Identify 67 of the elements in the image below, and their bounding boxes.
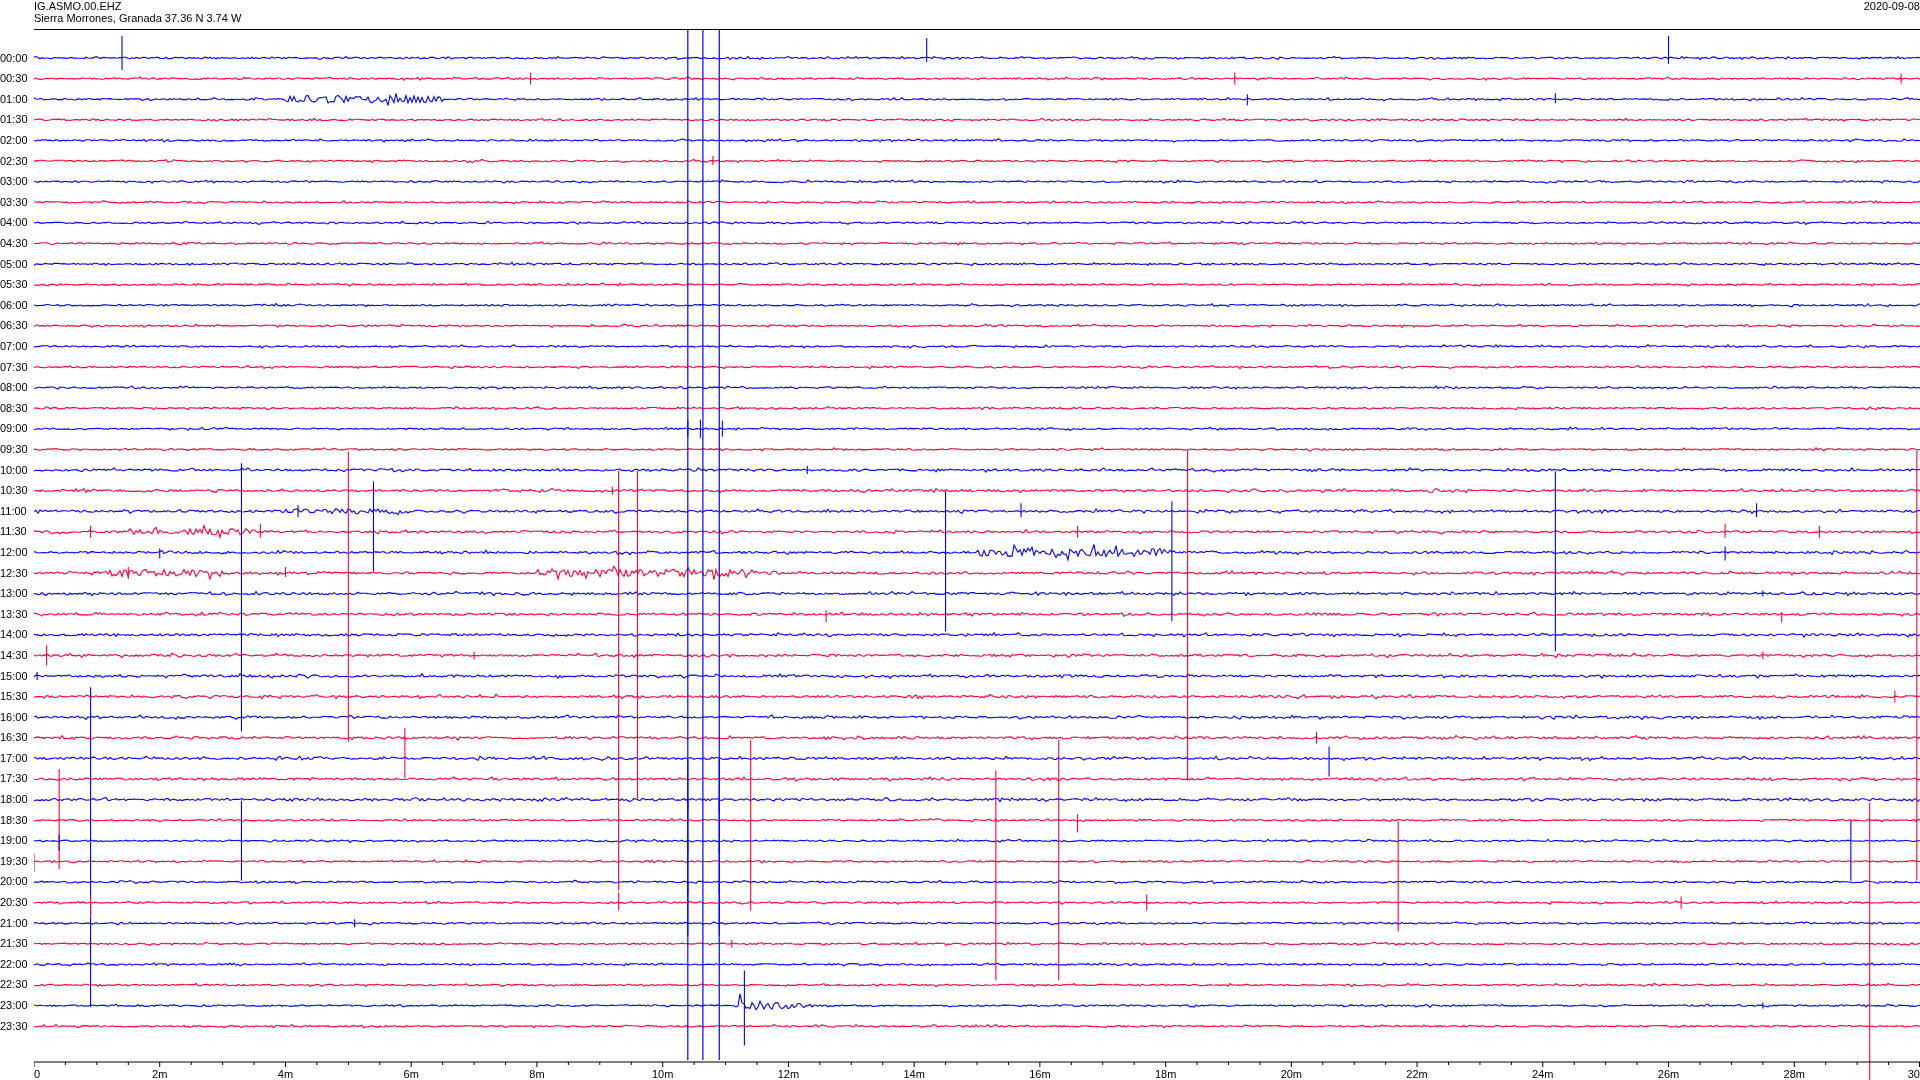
time-label: 15:30: [0, 689, 29, 705]
time-label: 08:00: [0, 380, 29, 396]
axis-label: 22m: [1406, 1068, 1428, 1080]
time-label: 22:00: [0, 956, 29, 972]
time-label: 00:00: [0, 50, 29, 66]
time-label: 04:00: [0, 215, 29, 231]
axis-label: 24m: [1532, 1068, 1554, 1080]
time-label: 13:30: [0, 606, 29, 622]
time-label: 17:30: [0, 771, 29, 787]
time-label: 14:30: [0, 647, 29, 663]
time-label: 03:00: [0, 174, 29, 190]
time-label: 10:30: [0, 483, 29, 499]
time-label: 07:00: [0, 339, 29, 354]
time-label: 06:00: [0, 297, 29, 313]
axis-label: 14m: [903, 1068, 925, 1080]
time-label: 04:30: [0, 236, 29, 252]
time-label: 18:30: [0, 812, 29, 828]
time-label: 22:30: [0, 977, 29, 993]
time-label: 00:30: [0, 71, 29, 87]
time-label: 08:30: [0, 400, 29, 416]
axis-label: 20m: [1280, 1068, 1303, 1080]
time-label: 11:30: [0, 524, 28, 540]
time-label: 05:30: [0, 277, 29, 293]
axis-label: 28m: [1783, 1068, 1805, 1080]
time-label: 19:00: [0, 833, 29, 849]
time-label: 07:30: [0, 359, 29, 375]
axis-label: 8m: [529, 1068, 545, 1080]
axis-label: 12m: [777, 1068, 800, 1080]
axis-label: 16m: [1029, 1068, 1051, 1080]
time-label: 01:00: [0, 91, 29, 107]
axis-label: 10m: [651, 1068, 674, 1080]
time-label: 12:00: [0, 544, 29, 560]
time-label: 20:00: [0, 874, 29, 890]
time-label: 01:30: [0, 112, 29, 128]
time-label: 20:30: [0, 895, 29, 911]
time-label: 23:00: [0, 998, 29, 1013]
time-label: 15:00: [0, 668, 29, 684]
time-label: 21:00: [0, 915, 29, 931]
time-label: 11:00: [0, 503, 28, 519]
axis-label: 30: [1907, 1068, 1920, 1080]
time-label: 13:00: [0, 586, 29, 602]
time-label: 19:30: [0, 853, 29, 869]
axis-label: 18m: [1154, 1068, 1177, 1080]
time-label: 05:00: [0, 256, 29, 272]
time-label: 23:30: [0, 1018, 29, 1034]
time-label: 21:30: [0, 936, 29, 952]
time-label: 06:30: [0, 318, 29, 334]
plot-date: 2020-09-08: [1863, 0, 1920, 12]
station-code: IG.ASMO.00.EHZ: [34, 0, 123, 12]
time-label: 03:30: [0, 194, 29, 210]
axis-label: 0: [34, 1068, 41, 1080]
axis-label: 2m: [152, 1068, 168, 1080]
time-label: 09:00: [0, 421, 29, 437]
time-label: 02:00: [0, 133, 29, 149]
time-label: 16:00: [0, 709, 29, 725]
time-label: 18:00: [0, 792, 29, 808]
axis-label: 6m: [403, 1068, 419, 1080]
time-label: 12:30: [0, 565, 29, 581]
station-location: Sierra Morrones, Granada 37.36 N 3.74 W: [34, 12, 242, 24]
time-label: 17:00: [0, 750, 29, 766]
time-label: 02:30: [0, 153, 29, 169]
axis-label: 4m: [277, 1068, 294, 1080]
time-label: 10:00: [0, 462, 29, 478]
time-label: 16:30: [0, 730, 29, 746]
axis-label: 26m: [1657, 1068, 1680, 1080]
time-label: 14:00: [0, 627, 29, 643]
time-label: 09:30: [0, 441, 29, 457]
